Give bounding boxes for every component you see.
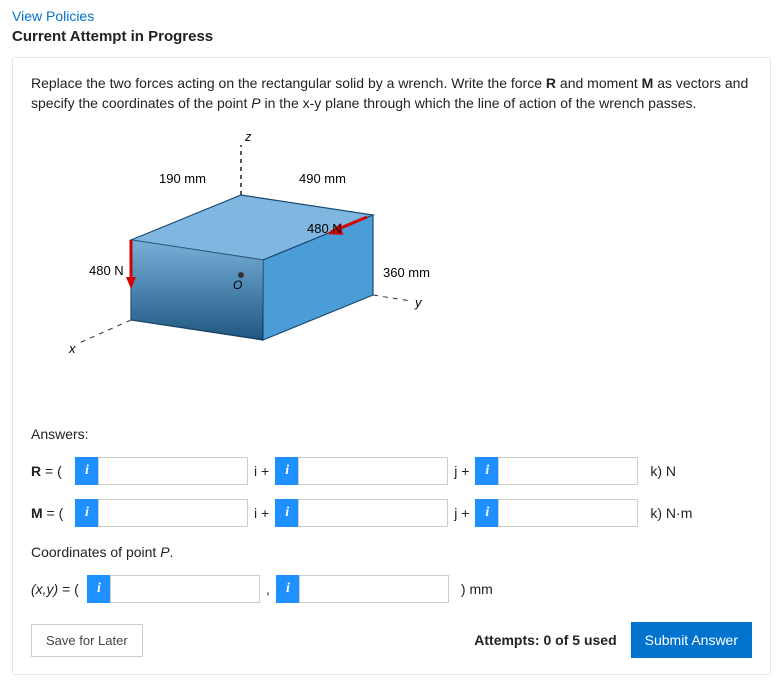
question-text: Replace the two forces acting on the rec… (31, 74, 752, 113)
info-icon[interactable]: i (75, 457, 99, 485)
x-input[interactable] (110, 575, 260, 603)
R-k-input[interactable] (498, 457, 638, 485)
M-j-input[interactable] (298, 499, 448, 527)
info-icon[interactable]: i (276, 575, 300, 603)
force-480-top: 480 N (307, 221, 342, 236)
force-480-left: 480 N (89, 263, 124, 278)
j-plus-text: j + (454, 463, 469, 479)
origin-label: O (233, 278, 242, 292)
info-icon[interactable]: i (75, 499, 99, 527)
dim-360: 360 mm (383, 265, 430, 280)
q-text: and moment (556, 75, 642, 91)
axis-y-label: y (414, 295, 423, 310)
M-k-input[interactable] (498, 499, 638, 527)
dim-490: 490 mm (299, 171, 346, 186)
xy-label: (x,y) = ( (31, 581, 87, 597)
axis-x-label: x (68, 341, 76, 356)
row-xy: (x,y) = ( i , i ) mm (31, 574, 752, 604)
M-i-input[interactable] (98, 499, 248, 527)
coords-label: Coordinates of point P. (31, 544, 752, 560)
dim-190: 190 mm (159, 171, 206, 186)
axis-z-label: z (244, 129, 252, 144)
footer: Save for Later Attempts: 0 of 5 used Sub… (31, 622, 752, 658)
info-icon[interactable]: i (475, 457, 499, 485)
comma: , (266, 581, 270, 597)
attempts-text: Attempts: 0 of 5 used (474, 632, 616, 648)
question-panel: Replace the two forces acting on the rec… (12, 57, 771, 675)
submit-answer-button[interactable]: Submit Answer (631, 622, 752, 658)
q-R: R (546, 75, 556, 91)
q-M: M (642, 75, 654, 91)
diagram: z x y O 190 mm 490 mm 360 mm 480 N 480 N (41, 125, 752, 408)
q-P: P (251, 95, 260, 111)
info-icon[interactable]: i (275, 499, 299, 527)
progress-title: Current Attempt in Progress (12, 28, 771, 45)
row-R: R = ( i i + i j + i k) N (31, 456, 752, 486)
R-label: R = ( (31, 463, 75, 479)
M-label: M = ( (31, 505, 75, 521)
info-icon[interactable]: i (87, 575, 111, 603)
save-for-later-button[interactable]: Save for Later (31, 624, 143, 657)
M-unit: k) N·m (650, 505, 692, 521)
view-policies-link[interactable]: View Policies (12, 8, 771, 24)
i-plus-text: i + (254, 463, 269, 479)
R-j-input[interactable] (298, 457, 448, 485)
R-i-input[interactable] (98, 457, 248, 485)
j-plus-text: j + (454, 505, 469, 521)
q-text: in the x-y plane through which the line … (261, 95, 697, 111)
answers-label: Answers: (31, 426, 752, 442)
q-text: Replace the two forces acting on the rec… (31, 75, 546, 91)
xy-unit: ) mm (461, 581, 493, 597)
row-M: M = ( i i + i j + i k) N·m (31, 498, 752, 528)
info-icon[interactable]: i (275, 457, 299, 485)
y-input[interactable] (299, 575, 449, 603)
info-icon[interactable]: i (475, 499, 499, 527)
i-plus-text: i + (254, 505, 269, 521)
R-unit: k) N (650, 463, 676, 479)
